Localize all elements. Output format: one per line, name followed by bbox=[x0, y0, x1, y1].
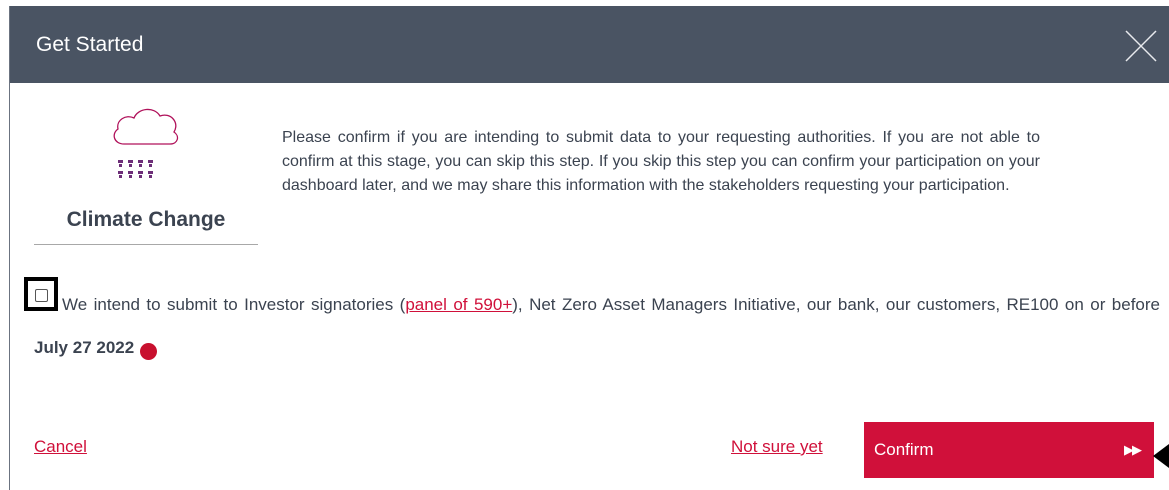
program-name: Climate Change bbox=[66, 208, 226, 231]
modal-header: Get Started bbox=[10, 6, 1169, 83]
modal-title: Get Started bbox=[36, 33, 144, 56]
checkbox-focus-highlight bbox=[24, 277, 58, 311]
consent-statement: We intend to submit to Investor signator… bbox=[34, 283, 1160, 369]
consent-checkbox[interactable] bbox=[35, 289, 48, 302]
panel-link[interactable]: panel of 590+ bbox=[405, 295, 512, 314]
close-icon[interactable] bbox=[1125, 30, 1157, 62]
cloud-rain-icon bbox=[106, 100, 186, 190]
fast-forward-icon: ▶▶ bbox=[1124, 442, 1142, 457]
consent-text-before-link: We intend to submit to Investor signator… bbox=[62, 295, 406, 314]
confirm-button[interactable]: Confirm ▶▶ bbox=[864, 422, 1154, 478]
cursor-pointer-icon bbox=[1153, 444, 1169, 468]
cancel-link[interactable]: Cancel bbox=[34, 437, 87, 457]
not-sure-yet-link[interactable]: Not sure yet bbox=[731, 437, 823, 457]
consent-text-after-link: ), Net Zero Asset Managers Initiative, o… bbox=[512, 295, 1160, 314]
confirm-label: Confirm bbox=[874, 440, 934, 459]
intro-text: Please confirm if you are intending to s… bbox=[282, 129, 1040, 194]
deadline-date: July 27 2022 bbox=[34, 338, 135, 357]
help-icon[interactable]: ? bbox=[140, 343, 176, 360]
program-card: Climate Change bbox=[34, 100, 258, 245]
get-started-modal: Get Started Climate Change Please confir… bbox=[9, 6, 1169, 490]
page: Get Started Climate Change Please confir… bbox=[0, 0, 1169, 490]
